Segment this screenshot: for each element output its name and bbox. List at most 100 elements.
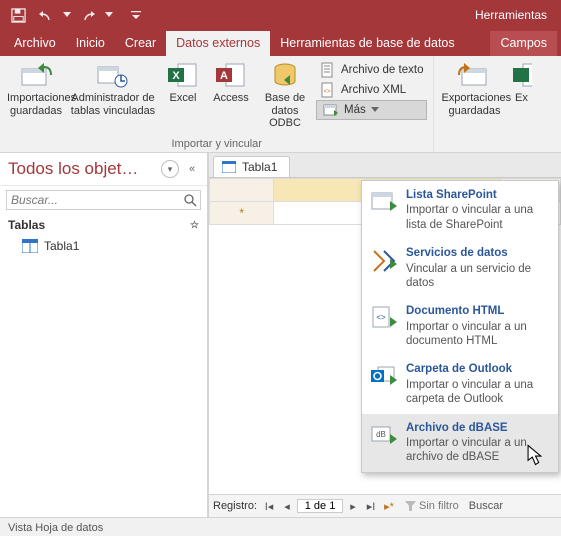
chevron-up-icon: ☆ [190, 220, 199, 231]
document-area: Tabla1 Id ▼ * (Nuevo) [208, 153, 561, 517]
ribbon: Importaciones guardadas Administrador de… [0, 56, 561, 153]
table-import-icon [323, 102, 339, 118]
tab-fields[interactable]: Campos [490, 31, 557, 56]
linked-table-manager-label: Administrador de tablas vinculadas [71, 92, 155, 117]
outlook-icon [370, 362, 398, 390]
chevron-down-icon [371, 107, 379, 113]
dataservices-icon [370, 246, 398, 274]
record-label: Registro: [213, 500, 257, 512]
ribbon-group-import-label: Importar y vincular [171, 138, 261, 152]
import-odbc-label: Base de datos ODBC [265, 92, 305, 129]
menu-outlook-title: Carpeta de Outlook [406, 362, 550, 376]
redo-more-icon[interactable] [104, 3, 114, 27]
document-tab-tabla1[interactable]: Tabla1 [213, 156, 290, 177]
import-more-button[interactable]: Más [316, 100, 427, 120]
saved-imports-button[interactable]: Importaciones guardadas [6, 58, 66, 132]
saved-exports-icon [457, 60, 491, 90]
linked-table-manager-button[interactable]: Administrador de tablas vinculadas [68, 58, 158, 132]
status-view-label: Vista Hoja de datos [8, 522, 103, 534]
ribbon-group-export: Exportaciones guardadas Ex [434, 56, 538, 152]
nav-pane: Todos los objet… ▾ « Tablas ☆ Tabla1 [0, 153, 208, 517]
import-access-label: Access [213, 92, 248, 104]
menu-outlook[interactable]: Carpeta de Outlook Importar o vincular a… [362, 355, 558, 413]
import-more-label: Más [344, 104, 366, 116]
save-icon[interactable] [6, 3, 30, 27]
svg-text:<>: <> [376, 313, 386, 322]
menu-html-title: Documento HTML [406, 304, 550, 318]
import-access-button[interactable]: A Access [208, 58, 254, 132]
ribbon-tabs: Archivo Inicio Crear Datos externos Herr… [0, 30, 561, 56]
text-file-icon [320, 62, 336, 78]
linked-table-manager-icon [96, 60, 130, 90]
import-excel-label: Excel [170, 92, 197, 104]
dbase-icon: dB [370, 421, 398, 449]
search-icon[interactable] [180, 191, 200, 209]
menu-dataservices-desc: Vincular a un servicio de datos [406, 262, 550, 291]
odbc-icon [268, 60, 302, 90]
datasheet[interactable]: Id ▼ * (Nuevo) List [209, 177, 561, 494]
menu-sharepoint-desc: Importar o vincular a una lista de Share… [406, 203, 550, 232]
collapse-pane-icon[interactable]: « [185, 163, 199, 175]
import-odbc-button[interactable]: Base de datos ODBC [256, 58, 314, 132]
row-selector-header[interactable] [210, 179, 274, 202]
undo-icon[interactable] [34, 3, 58, 27]
new-record-icon[interactable]: ▸* [381, 498, 397, 514]
document-tabs: Tabla1 [209, 153, 561, 177]
last-record-icon[interactable]: ▸I [363, 498, 379, 514]
menu-sharepoint[interactable]: Lista SharePoint Importar o vincular a u… [362, 181, 558, 239]
import-text-button[interactable]: Archivo de texto [316, 60, 427, 80]
xml-file-icon: <> [320, 82, 336, 98]
menu-dbase-title: Archivo de dBASE [406, 421, 550, 435]
record-search-label[interactable]: Buscar [469, 500, 503, 512]
excel-icon: X [166, 60, 200, 90]
tab-external-data[interactable]: Datos externos [166, 31, 270, 56]
menu-dataservices[interactable]: Servicios de datos Vincular a un servici… [362, 239, 558, 297]
import-text-label: Archivo de texto [341, 64, 423, 76]
table-icon [222, 161, 236, 173]
nav-title: Todos los objet… [8, 159, 157, 179]
record-navigator: Registro: I◂ ◂ ▸ ▸I ▸* Sin filtro Buscar [209, 494, 561, 517]
menu-sharepoint-title: Lista SharePoint [406, 188, 550, 202]
import-xml-label: Archivo XML [341, 84, 406, 96]
export-excel-button[interactable]: Ex [510, 58, 532, 119]
chevron-down-icon[interactable]: ▾ [161, 160, 179, 178]
status-bar: Vista Hoja de datos [0, 517, 561, 536]
menu-dbase[interactable]: dB Archivo de dBASE Importar o vincular … [362, 414, 558, 472]
saved-exports-button[interactable]: Exportaciones guardadas [440, 58, 508, 119]
first-record-icon[interactable]: I◂ [261, 498, 277, 514]
record-position-input[interactable] [297, 499, 343, 513]
new-row-icon: * [210, 202, 274, 225]
html-doc-icon: <> [370, 304, 398, 332]
undo-more-icon[interactable] [62, 3, 72, 27]
svg-text:A: A [220, 70, 228, 82]
tab-db-tools[interactable]: Herramientas de base de datos [270, 31, 464, 56]
redo-icon[interactable] [76, 3, 100, 27]
nav-item-tabla1[interactable]: Tabla1 [0, 236, 207, 256]
svg-text:<>: <> [323, 89, 331, 95]
svg-text:X: X [172, 70, 180, 82]
filter-indicator[interactable]: Sin filtro [405, 500, 459, 512]
menu-html[interactable]: <> Documento HTML Importar o vincular a … [362, 297, 558, 355]
menu-dbase-desc: Importar o vincular a un archivo de dBAS… [406, 436, 550, 465]
contextual-tools-label: Herramientas [467, 8, 555, 22]
nav-header[interactable]: Todos los objet… ▾ « [0, 153, 207, 186]
tab-home[interactable]: Inicio [66, 31, 115, 56]
ribbon-group-import: Importaciones guardadas Administrador de… [0, 56, 434, 152]
import-excel-button[interactable]: X Excel [160, 58, 206, 132]
menu-outlook-desc: Importar o vincular a una carpeta de Out… [406, 378, 550, 407]
import-xml-button[interactable]: <> Archivo XML [316, 80, 427, 100]
qat-customize-icon[interactable] [124, 3, 148, 27]
import-more-menu: Lista SharePoint Importar o vincular a u… [361, 180, 559, 473]
svg-text:dB: dB [376, 430, 386, 439]
nav-search-input[interactable] [7, 191, 180, 209]
document-tab-label: Tabla1 [242, 160, 277, 174]
nav-item-label: Tabla1 [44, 239, 79, 253]
tab-create[interactable]: Crear [115, 31, 166, 56]
menu-html-desc: Importar o vincular a un documento HTML [406, 320, 550, 349]
tab-file[interactable]: Archivo [4, 31, 66, 56]
sharepoint-icon [370, 188, 398, 216]
menu-dataservices-title: Servicios de datos [406, 246, 550, 260]
prev-record-icon[interactable]: ◂ [279, 498, 295, 514]
nav-group-tables[interactable]: Tablas ☆ [0, 214, 207, 236]
next-record-icon[interactable]: ▸ [345, 498, 361, 514]
